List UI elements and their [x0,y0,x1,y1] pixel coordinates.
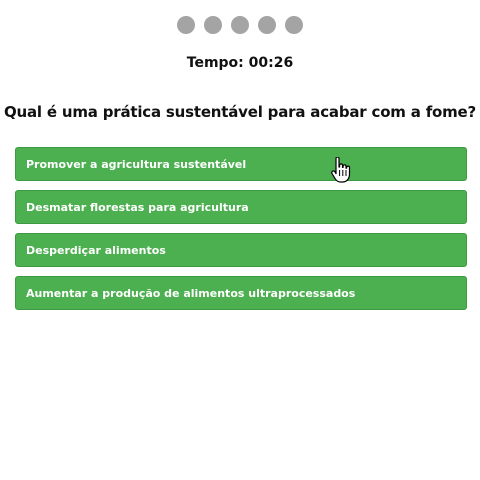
hand-pointer-icon [331,157,351,183]
answer-option-label: Desmatar florestas para agricultura [26,200,249,214]
timer-label: Tempo: 00:26 [186,55,294,71]
progress-dot [285,16,303,34]
progress-dot [258,16,276,34]
progress-dot [204,16,222,34]
answer-options: Promover a agricultura sustentável Desma… [15,147,467,310]
answer-option-2[interactable]: Desmatar florestas para agricultura [15,190,467,224]
question-text: Qual é uma prática sustentável para acab… [3,103,477,121]
answer-option-4[interactable]: Aumentar a produção de alimentos ultrapr… [15,276,467,310]
quiz-screen: Tempo: 00:26 Qual é uma prática sustentá… [0,0,480,480]
answer-option-label: Promover a agricultura sustentável [26,157,247,171]
answer-option-label: Aumentar a produção de alimentos ultrapr… [26,286,356,300]
answer-option-1[interactable]: Promover a agricultura sustentável [15,147,467,181]
progress-dots [0,16,480,34]
progress-dot [177,16,195,34]
answer-option-label: Desperdiçar alimentos [26,243,166,257]
answer-option-3[interactable]: Desperdiçar alimentos [15,233,467,267]
progress-dot [231,16,249,34]
